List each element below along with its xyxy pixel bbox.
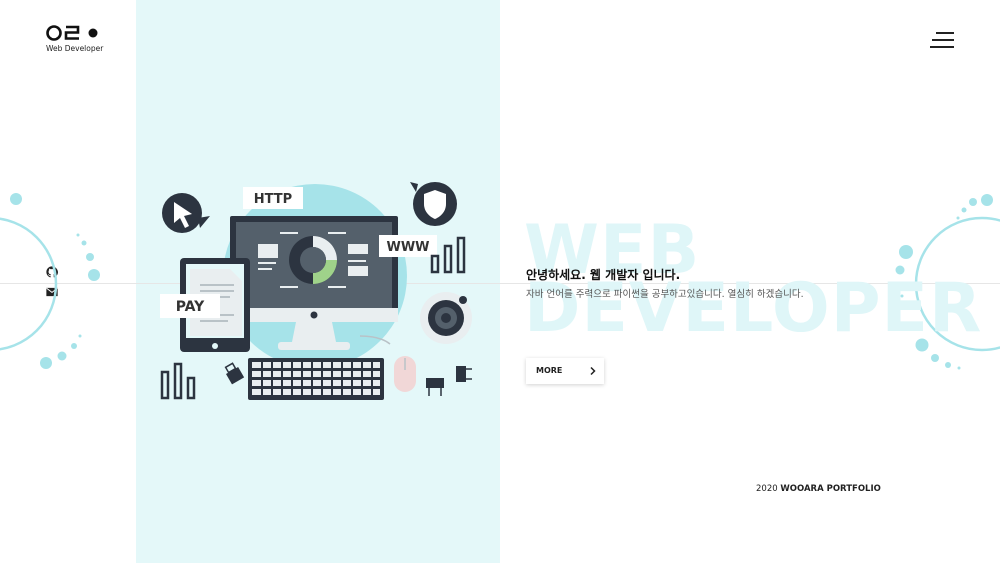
hamburger-menu-icon[interactable] [926, 28, 958, 52]
hero-subtitle: 자바 언어를 주력으로 파이썬을 공부하고있습니다. 열심히 하겠습니다. [526, 289, 804, 300]
cursor-bubble-icon [162, 193, 210, 233]
logo-mark-icon [46, 25, 98, 41]
web-developer-illustration: HTTP WWW PAY [160, 182, 472, 400]
www-label: WWW [386, 240, 429, 255]
logo-tagline: Web Developer [46, 44, 104, 53]
site-logo[interactable]: Web Developer [46, 24, 116, 54]
chevron-right-icon [590, 366, 596, 376]
footer-copyright: 2020 WOOARA PORTFOLIO [756, 484, 881, 494]
more-button[interactable]: MORE [526, 358, 604, 384]
footer-name: WOOARA PORTFOLIO [780, 484, 881, 494]
http-label: HTTP [254, 192, 292, 207]
pay-label: PAY [176, 299, 205, 315]
left-bubble-decoration [0, 193, 100, 369]
more-button-label: MORE [536, 366, 563, 375]
footer-year: 2020 [756, 484, 778, 494]
shield-bubble-icon [410, 182, 457, 226]
hero-title: 안녕하세요. 웹 개발자 입니다. [526, 268, 681, 282]
